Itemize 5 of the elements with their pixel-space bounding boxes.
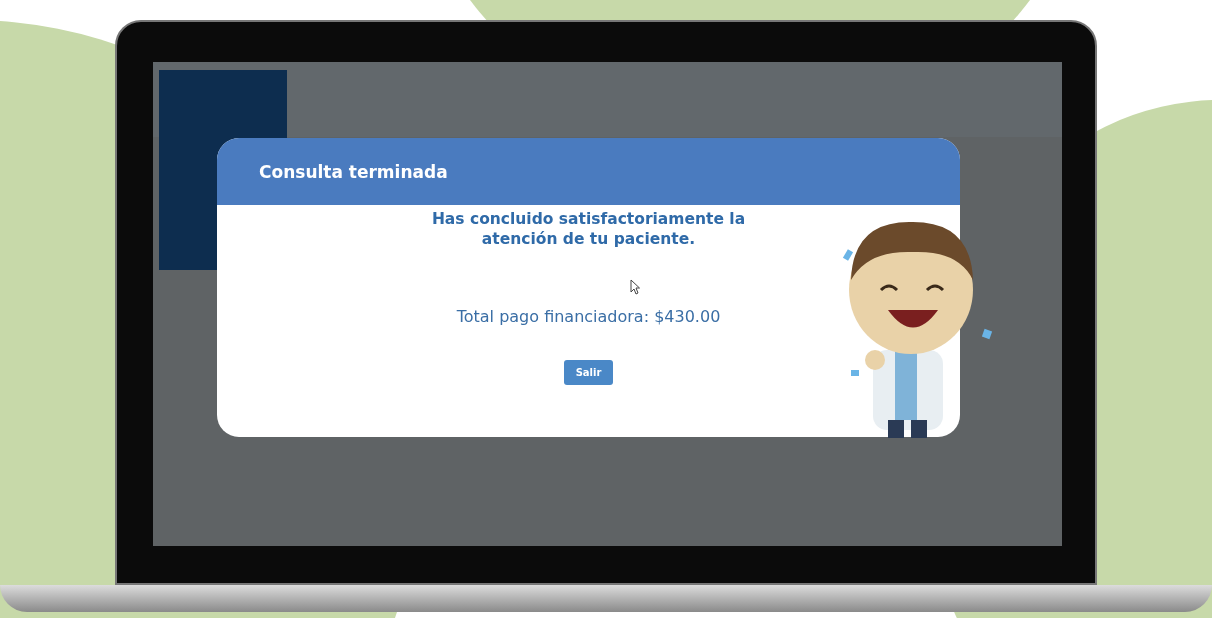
dialog-title: Consulta terminada — [259, 161, 448, 182]
exit-button[interactable]: Salir — [563, 360, 614, 385]
completion-message: Has concluido satisfactoriamente la atención de tu paciente. — [430, 209, 747, 249]
cursor-icon — [630, 279, 640, 295]
payment-total: Total pago financiadora: $430.00 — [456, 307, 721, 326]
